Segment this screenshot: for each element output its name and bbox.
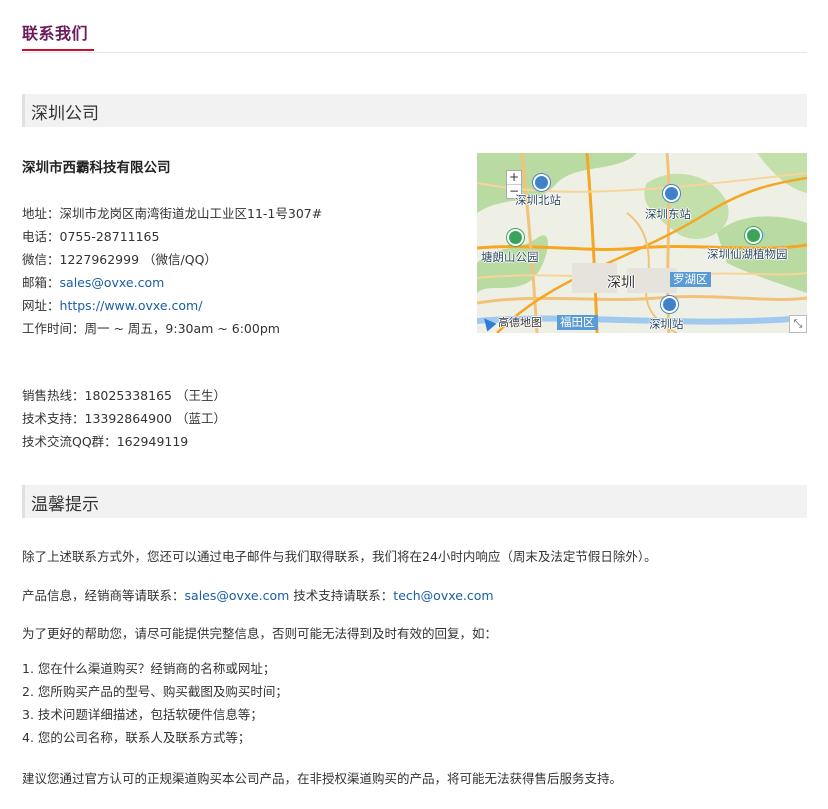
map-provider-name: 高德地图 (498, 316, 542, 329)
website-link[interactable]: https://www.ovxe.com/ (60, 298, 203, 313)
list-item: 2. 您所购买产品的型号、购买截图及购买时间； (22, 684, 288, 699)
tips-intro: 除了上述联系方式外，您还可以通过电子邮件与我们取得联系，我们将在24小时内响应（… (22, 549, 657, 564)
phone-label: 电话： (22, 229, 60, 244)
hours-label: 工作时间： (22, 321, 85, 336)
map-label-shenzhen-station: 深圳站 (649, 317, 684, 331)
contact-info: 销售热线：18025338165 （王生） 技术支持：13392864900 （… (22, 384, 226, 453)
qq-label: 技术交流QQ群： (22, 434, 117, 449)
email-label: 邮箱： (22, 275, 60, 290)
qq-value: 162949119 (116, 434, 189, 449)
map-provider-logo: 高德地图 (479, 314, 542, 332)
address-value: 深圳市龙岗区南湾街道龙山工业区11-1号307# (59, 206, 323, 221)
product-email-link[interactable]: sales@ovxe.com (185, 588, 290, 603)
tips-section-title: 温馨提示 (31, 495, 99, 515)
train-station-icon (663, 185, 680, 202)
website-label: 网址： (22, 298, 60, 313)
map-label-north-station: 深圳北站 (515, 193, 561, 207)
sales-value: 18025338165 （王生） (84, 388, 226, 403)
phone-value: 0755-28711165 (59, 229, 160, 244)
office-section-header: 深圳公司 (22, 94, 807, 127)
list-item: 4. 您的公司名称，联系人及联系方式等； (22, 730, 251, 745)
train-station-icon (533, 174, 550, 191)
tech-contact-label: 技术支持请联系： (293, 588, 394, 603)
map-label-tanglang: 塘朗山公园 (481, 250, 539, 264)
tips-info-list: 1. 您在什么渠道购买？经销商的名称或网址； 2. 您所购买产品的型号、购买截图… (22, 657, 288, 749)
expand-map-icon[interactable]: ⤡ (789, 315, 807, 333)
tips-section-header: 温馨提示 (22, 485, 807, 518)
address-label: 地址： (22, 206, 60, 221)
park-icon (745, 227, 762, 244)
title-underline (22, 49, 94, 51)
phone-row: 电话：0755-28711165 (22, 225, 322, 248)
product-contact-label: 产品信息，经销商等请联系： (22, 588, 185, 603)
tech-email-link[interactable]: tech@ovxe.com (393, 588, 493, 603)
list-item: 3. 技术问题详细描述，包括软硬件信息等； (22, 707, 263, 722)
location-map[interactable]: + − 深圳北站 深圳东站 塘朗山公园 深圳仙湖植物园 深圳 罗湖区 福田区 深… (477, 153, 807, 333)
map-label-east-station: 深圳东站 (645, 207, 691, 221)
email-link[interactable]: sales@ovxe.com (60, 275, 165, 290)
office-info: 地址：深圳市龙岗区南湾街道龙山工业区11-1号307# 电话：0755-2871… (22, 202, 322, 340)
support-value: 13392864900 （蓝工） (84, 411, 226, 426)
address-row: 地址：深圳市龙岗区南湾街道龙山工业区11-1号307# (22, 202, 322, 225)
hours-value: 周一 ~ 周五，9:30am ~ 6:00pm (84, 321, 280, 336)
tech-support-row: 技术支持：13392864900 （蓝工） (22, 407, 226, 430)
wechat-label: 微信： (22, 252, 60, 267)
map-label-city: 深圳 (607, 275, 635, 291)
tips-contact-line: 产品信息，经销商等请联系：sales@ovxe.com 技术支持请联系：tech… (22, 585, 494, 604)
train-station-icon (661, 296, 678, 313)
map-label-futian: 福田区 (557, 315, 598, 330)
amap-arrow-icon (479, 314, 497, 332)
tips-help-text: 为了更好的帮助您，请尽可能提供完整信息，否则可能无法得到及时有效的回复，如： (22, 626, 498, 641)
page-title: 联系我们 (22, 24, 89, 43)
qq-group-row: 技术交流QQ群：162949119 (22, 430, 226, 453)
wechat-row: 微信：1227962999 （微信/QQ） (22, 248, 322, 271)
website-row: 网址：https://www.ovxe.com/ (22, 294, 322, 317)
hours-row: 工作时间：周一 ~ 周五，9:30am ~ 6:00pm (22, 317, 322, 340)
company-name: 深圳市西霸科技有限公司 (22, 160, 171, 176)
email-row: 邮箱：sales@ovxe.com (22, 271, 322, 294)
sales-label: 销售热线： (22, 388, 85, 403)
map-label-luohu: 罗湖区 (670, 272, 711, 287)
sales-hotline-row: 销售热线：18025338165 （王生） (22, 384, 226, 407)
map-label-xianhu: 深圳仙湖植物园 (707, 247, 788, 261)
tips-closing: 建议您通过官方认可的正规渠道购买本公司产品，在非授权渠道购买的产品，将可能无法获… (22, 771, 623, 786)
park-icon (507, 229, 524, 246)
wechat-value: 1227962999 （微信/QQ） (59, 252, 217, 267)
title-divider (22, 52, 807, 53)
zoom-in-button[interactable]: + (507, 171, 521, 184)
list-item: 1. 您在什么渠道购买？经销商的名称或网址； (22, 661, 276, 676)
office-section-title: 深圳公司 (31, 104, 99, 124)
support-label: 技术支持： (22, 411, 85, 426)
